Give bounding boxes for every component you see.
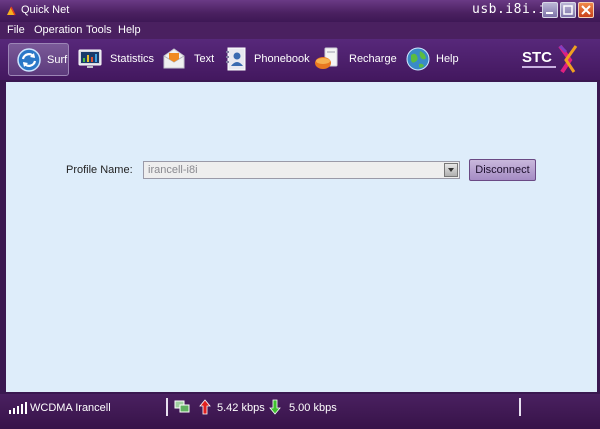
- maximize-icon: [563, 5, 573, 15]
- status-bar: WCDMA Irancell 5.42 kbps 5.00 kbps: [0, 394, 600, 429]
- signal-strength-icon: [9, 402, 27, 414]
- app-logo-icon: [7, 6, 16, 16]
- tab-surf[interactable]: Surf: [8, 43, 69, 76]
- tab-text-label: Text: [194, 53, 215, 65]
- tab-phonebook-label: Phonebook: [254, 53, 310, 65]
- brand-name: STC: [522, 49, 552, 66]
- toolbar: Surf Statistics Text Phonebook Recharge …: [0, 39, 600, 80]
- profile-name-select[interactable]: irancell-i8i: [143, 161, 460, 179]
- main-content: Profile Name: irancell-i8i Disconnect: [6, 82, 597, 392]
- help-globe-icon: [406, 47, 430, 71]
- statistics-monitor-icon: [78, 49, 102, 68]
- phonebook-icon: [226, 47, 246, 71]
- network-connection-icon: [174, 400, 190, 413]
- profile-name-value: irancell-i8i: [148, 164, 198, 176]
- download-speed: 5.00 kbps: [289, 402, 337, 414]
- profile-dropdown-button[interactable]: [444, 163, 458, 177]
- menu-operation[interactable]: Operation: [34, 24, 82, 36]
- minimize-button[interactable]: [542, 2, 558, 18]
- tab-recharge-label: Recharge: [349, 53, 397, 65]
- tab-statistics[interactable]: Statistics: [76, 43, 154, 76]
- tab-text[interactable]: Text: [160, 43, 216, 76]
- profile-name-label: Profile Name:: [66, 164, 133, 176]
- menu-file[interactable]: File: [7, 24, 25, 36]
- tab-recharge[interactable]: Recharge: [314, 43, 398, 76]
- menu-help[interactable]: Help: [118, 24, 141, 36]
- download-arrow-icon: [269, 399, 281, 415]
- status-separator: [166, 398, 168, 416]
- close-icon: [581, 5, 591, 15]
- menu-bar: File Operation Tools Help: [0, 22, 600, 39]
- tab-help-label: Help: [436, 53, 459, 65]
- tab-phonebook[interactable]: Phonebook: [222, 43, 310, 76]
- tab-help[interactable]: Help: [404, 43, 462, 76]
- menu-tools[interactable]: Tools: [86, 24, 112, 36]
- close-button[interactable]: [578, 2, 594, 18]
- title-bar: Quick Net usb.i8i.ir: [0, 0, 600, 22]
- upload-arrow-icon: [199, 399, 211, 415]
- disconnect-button[interactable]: Disconnect: [469, 159, 536, 181]
- tab-statistics-label: Statistics: [110, 53, 155, 65]
- surf-refresh-icon: [17, 48, 41, 72]
- minimize-icon: [546, 12, 553, 14]
- network-status-text: WCDMA Irancell: [30, 402, 111, 414]
- status-separator-right: [519, 398, 521, 416]
- recharge-icon: [315, 47, 338, 69]
- tab-surf-label: Surf: [47, 54, 68, 66]
- maximize-button[interactable]: [560, 2, 576, 18]
- stc-logo: STC: [522, 44, 578, 74]
- text-envelope-icon: [163, 48, 185, 69]
- window-title: Quick Net: [21, 4, 70, 16]
- chevron-down-icon: [448, 168, 454, 172]
- upload-speed: 5.42 kbps: [217, 402, 265, 414]
